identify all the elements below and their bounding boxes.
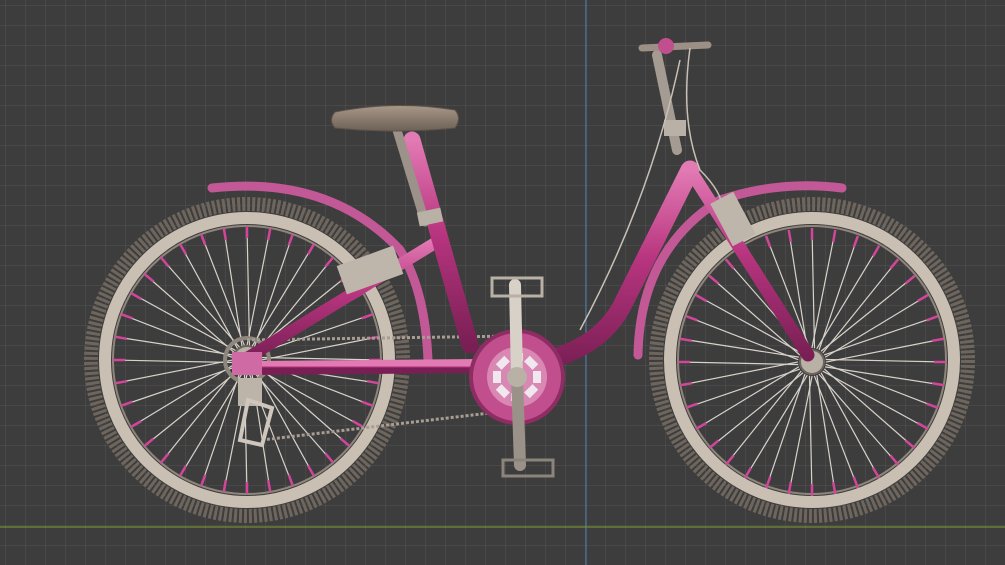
chainring-hole	[533, 371, 541, 383]
spoke-nipple	[904, 274, 916, 285]
spoke	[811, 227, 816, 349]
spoke-nipple	[324, 452, 335, 464]
spoke	[788, 375, 813, 495]
spoke-nipple	[159, 452, 170, 464]
drivetrain	[469, 276, 565, 478]
spoke-nipple	[889, 454, 900, 466]
spoke-nipple	[366, 379, 380, 385]
spoke-nipple	[199, 474, 207, 487]
spoke-nipple	[787, 229, 793, 243]
spoke-nipple	[266, 479, 272, 493]
spoke-nipple	[852, 235, 860, 248]
spoke-nipple	[904, 439, 916, 450]
spoke-nipple	[352, 419, 364, 429]
spoke-nipple	[931, 381, 945, 387]
spoke	[246, 227, 271, 347]
spoke-nipple	[159, 256, 170, 268]
spoke-nipple	[679, 337, 693, 343]
spoke-nipple	[743, 467, 753, 479]
bottom-bracket	[507, 367, 527, 387]
spoke-nipple	[685, 314, 698, 322]
rear-dropout	[232, 352, 262, 375]
spoke-nipple	[114, 335, 128, 341]
spoke-nipple	[306, 243, 316, 255]
spoke-nipple	[679, 381, 693, 387]
bicycle-scene	[0, 0, 1005, 565]
spoke	[679, 361, 799, 386]
spoke-nipple	[708, 274, 720, 285]
handlebar	[638, 41, 712, 52]
spoke	[246, 225, 251, 347]
spoke-nipple	[114, 379, 128, 385]
spoke-nipple	[871, 467, 881, 479]
spoke	[695, 366, 800, 430]
spoke-nipple	[871, 245, 881, 257]
spoke	[824, 294, 929, 358]
rear-derailleur	[237, 378, 275, 448]
spoke-nipple	[926, 314, 939, 322]
headset	[664, 120, 686, 136]
spoke-nipple	[143, 272, 155, 283]
spoke-nipple	[287, 233, 295, 246]
spoke-nipple	[889, 258, 900, 270]
spoke	[825, 338, 945, 363]
crank-arm-down	[511, 371, 526, 471]
spoke-nipple	[120, 312, 133, 320]
chainring-hole	[493, 371, 501, 383]
spoke-nipple	[130, 419, 142, 429]
spoke-nipple	[143, 437, 155, 448]
spoke-nipple	[222, 227, 228, 241]
spoke	[114, 359, 234, 384]
bell-icon	[658, 38, 674, 54]
saddle	[331, 104, 459, 132]
spoke	[811, 229, 836, 349]
spoke-nipple	[361, 400, 374, 408]
crank-arm-up	[509, 279, 523, 383]
3d-viewport[interactable]	[0, 0, 1005, 565]
spoke	[112, 359, 234, 364]
spoke-nipple	[306, 465, 316, 477]
spoke-nipple	[130, 291, 142, 301]
spoke-nipple	[917, 293, 929, 303]
spoke	[744, 374, 808, 479]
spoke-nipple	[339, 437, 351, 448]
spoke-nipple	[926, 402, 939, 410]
spoke-nipple	[178, 243, 188, 255]
spoke-nipple	[931, 337, 945, 343]
spoke-nipple	[361, 312, 374, 320]
spoke	[808, 375, 813, 497]
spoke-nipple	[917, 421, 929, 431]
spoke-nipple	[708, 439, 720, 450]
spoke-nipple	[178, 465, 188, 477]
spoke	[260, 356, 382, 361]
spoke	[179, 372, 243, 477]
spoke-nipple	[695, 421, 707, 431]
spoke	[130, 364, 235, 428]
spoke-nipple	[831, 229, 837, 243]
spoke-nipple	[222, 479, 228, 493]
spoke	[677, 361, 799, 366]
spoke	[816, 245, 880, 350]
spoke	[825, 358, 947, 363]
spoke-nipple	[685, 402, 698, 410]
spoke-nipple	[120, 400, 133, 408]
spoke-nipple	[724, 258, 735, 270]
spoke-nipple	[199, 233, 207, 246]
pedal-bottom	[501, 458, 555, 478]
spoke-nipple	[724, 454, 735, 466]
spoke-nipple	[287, 474, 295, 487]
spoke-nipple	[266, 227, 272, 241]
chain-stay	[240, 359, 485, 375]
spoke-nipple	[695, 293, 707, 303]
spoke-nipple	[324, 256, 335, 268]
spoke-nipple	[764, 235, 772, 248]
